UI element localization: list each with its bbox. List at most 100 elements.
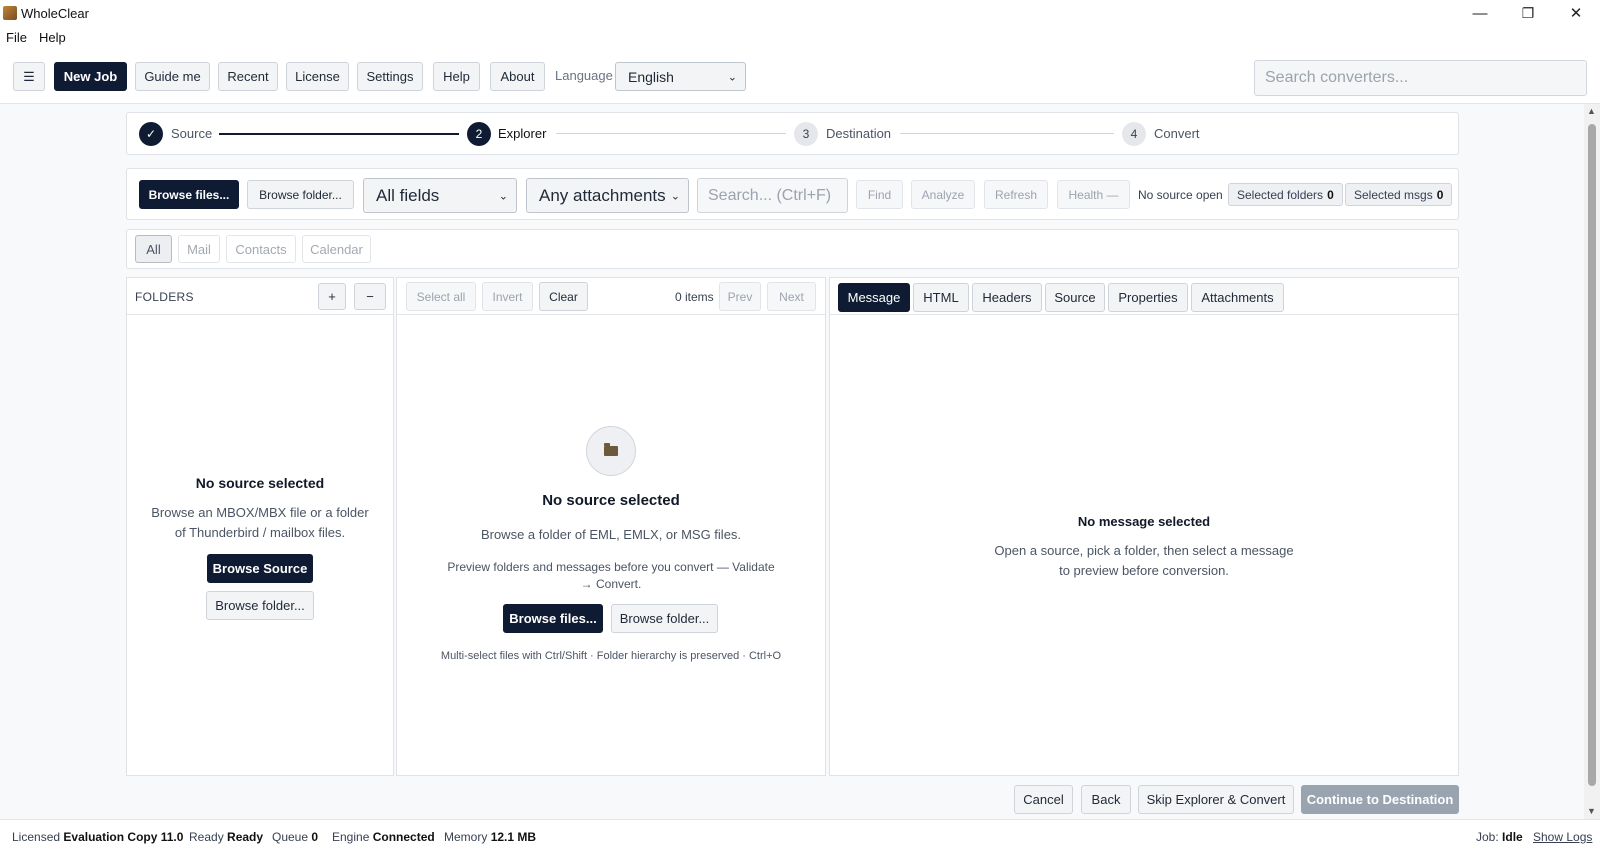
tab-headers[interactable]: Headers: [972, 283, 1042, 312]
status-bar: Licensed Evaluation Copy 11.0 Ready Read…: [0, 819, 1600, 850]
type-tab-contacts[interactable]: Contacts: [226, 235, 296, 263]
selected-folders-count: 0: [1327, 187, 1334, 202]
step-explorer-number: 2: [467, 122, 491, 146]
page-scrollbar[interactable]: ▲ ▼: [1584, 104, 1600, 819]
preview-empty-title: No message selected: [1077, 514, 1211, 529]
message-search-input[interactable]: Search... (Ctrl+F): [697, 178, 848, 213]
wizard-stepper: ✓ Source 2 Explorer 3 Destination 4 Conv…: [126, 112, 1459, 155]
step-connector: [219, 133, 459, 135]
continue-to-destination-button[interactable]: Continue to Destination: [1301, 785, 1459, 814]
tab-message[interactable]: Message: [838, 283, 910, 312]
step-destination-number: 3: [794, 122, 818, 146]
items-count: 0 items: [675, 290, 714, 304]
menu-file[interactable]: File: [0, 30, 33, 45]
status-licensed: Licensed Evaluation Copy 11.0: [12, 830, 183, 844]
folders-browse-folder-button[interactable]: Browse folder...: [206, 591, 314, 620]
invert-button[interactable]: Invert: [482, 282, 533, 311]
refresh-button[interactable]: Refresh: [984, 180, 1048, 209]
tab-html[interactable]: HTML: [913, 283, 969, 312]
folders-panel-header: FOLDERS + −: [127, 278, 393, 315]
status-memory-label: Memory: [444, 830, 488, 844]
selected-msgs-label: Selected msgs: [1354, 187, 1433, 202]
messages-browse-folder-button[interactable]: Browse folder...: [611, 604, 718, 633]
search-converters-placeholder: Search converters...: [1265, 69, 1409, 86]
fields-select-value: All fields: [376, 185, 440, 205]
type-tab-all[interactable]: All: [135, 235, 172, 263]
type-tab-mail[interactable]: Mail: [178, 235, 220, 263]
step-connector: [900, 133, 1114, 134]
back-button[interactable]: Back: [1081, 785, 1131, 814]
step-connector: [556, 133, 786, 134]
guide-me-button[interactable]: Guide me: [135, 62, 210, 91]
step-source-check-icon: ✓: [139, 122, 163, 146]
type-tab-calendar[interactable]: Calendar: [302, 235, 371, 263]
fields-select[interactable]: All fields ⌄: [363, 178, 517, 213]
status-memory: Memory 12.1 MB: [444, 830, 536, 844]
analyze-button[interactable]: Analyze: [911, 180, 975, 209]
selected-msgs-badge: Selected msgs 0: [1345, 183, 1453, 206]
minimize-icon[interactable]: —: [1456, 0, 1504, 26]
restore-icon[interactable]: ❐: [1504, 0, 1552, 26]
tab-attachments[interactable]: Attachments: [1191, 283, 1284, 312]
search-converters-input[interactable]: Search converters...: [1254, 60, 1587, 96]
remove-folder-button[interactable]: −: [354, 283, 386, 310]
hamburger-menu-icon[interactable]: ☰: [13, 62, 45, 91]
app-logo-icon: [3, 6, 17, 20]
attachments-select-value: Any attachments: [539, 185, 666, 205]
scrollbar-thumb[interactable]: [1588, 124, 1596, 786]
messages-panel-header: Select all Invert Clear 0 items Prev Nex…: [397, 278, 825, 315]
find-button[interactable]: Find: [856, 180, 903, 209]
settings-button[interactable]: Settings: [357, 62, 423, 91]
status-job: Job: Idle: [1476, 830, 1523, 844]
preview-panel-header: Message HTML Headers Source Properties A…: [830, 278, 1458, 315]
recent-button[interactable]: Recent: [218, 62, 278, 91]
menu-help[interactable]: Help: [33, 30, 72, 45]
add-folder-button[interactable]: +: [318, 283, 346, 310]
selected-folders-badge: Selected folders 0: [1228, 183, 1343, 206]
browse-folder-button[interactable]: Browse folder...: [247, 180, 354, 209]
step-destination-label[interactable]: Destination: [826, 126, 891, 141]
prev-button[interactable]: Prev: [719, 282, 761, 311]
language-label: Language: [555, 68, 613, 83]
browse-files-button[interactable]: Browse files...: [139, 180, 239, 209]
step-convert-label[interactable]: Convert: [1154, 126, 1200, 141]
status-ready-value: Ready: [227, 830, 264, 844]
chevron-down-icon: ⌄: [670, 190, 680, 202]
status-licensed-label: Licensed: [12, 830, 61, 844]
chevron-down-icon: ⌄: [727, 71, 737, 83]
step-convert-number: 4: [1122, 122, 1146, 146]
show-logs-link[interactable]: Show Logs: [1533, 830, 1592, 844]
health-button[interactable]: Health —: [1057, 180, 1130, 209]
messages-browse-files-button[interactable]: Browse files...: [503, 604, 603, 633]
close-icon[interactable]: ✕: [1552, 0, 1600, 26]
tab-source[interactable]: Source: [1045, 283, 1105, 312]
status-engine-value: Connected: [372, 830, 435, 844]
skip-explorer-button[interactable]: Skip Explorer & Convert: [1138, 785, 1294, 814]
scroll-down-icon[interactable]: ▼: [1587, 806, 1596, 816]
help-button[interactable]: Help: [433, 62, 480, 91]
preview-panel: Message HTML Headers Source Properties A…: [829, 277, 1459, 776]
messages-preview-text: Preview folders and messages before you …: [447, 560, 775, 591]
license-button[interactable]: License: [286, 62, 349, 91]
tab-properties[interactable]: Properties: [1108, 283, 1188, 312]
language-select[interactable]: English ⌄: [615, 62, 746, 91]
step-source-label[interactable]: Source: [171, 126, 212, 141]
messages-hint-text: Multi-select files with Ctrl/Shift · Fol…: [440, 650, 782, 662]
status-engine: Engine Connected: [332, 830, 435, 844]
messages-empty-text: Browse a folder of EML, EMLX, or MSG fil…: [480, 527, 742, 542]
status-job-label: Job:: [1476, 830, 1499, 844]
window-title: WholeClear: [21, 5, 89, 21]
next-button[interactable]: Next: [767, 282, 816, 311]
source-status-text: No source open: [1138, 188, 1223, 202]
browse-source-button[interactable]: Browse Source: [207, 554, 313, 583]
scroll-up-icon[interactable]: ▲: [1587, 106, 1596, 116]
new-job-button[interactable]: New Job: [54, 62, 127, 91]
clear-button[interactable]: Clear: [539, 282, 588, 311]
folders-empty-title: No source selected: [195, 475, 325, 491]
step-explorer-label[interactable]: Explorer: [498, 126, 546, 141]
cancel-button[interactable]: Cancel: [1014, 785, 1073, 814]
about-button[interactable]: About: [490, 62, 545, 91]
title-bar: WholeClear — ❐ ✕: [0, 0, 1600, 26]
attachments-select[interactable]: Any attachments ⌄: [526, 178, 689, 213]
select-all-button[interactable]: Select all: [406, 282, 476, 311]
